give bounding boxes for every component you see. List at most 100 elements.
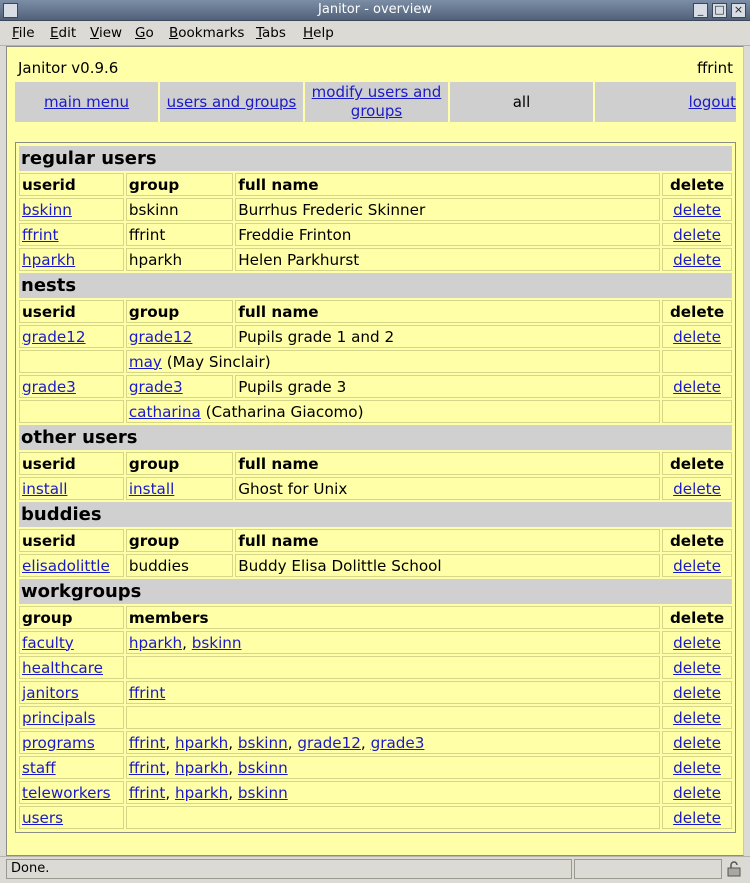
- workgroup-member-link[interactable]: bskinn: [192, 634, 242, 652]
- menu-bookmarks[interactable]: Bookmarks: [169, 25, 244, 41]
- nest-row: grade12 grade12 Pupils grade 1 and 2 delete: [19, 325, 732, 348]
- overview-panel: regular users userid group full name delete b…: [15, 142, 736, 833]
- status-progress: [574, 859, 722, 879]
- regular-user-userid-cell: hparkh: [19, 248, 124, 271]
- regular-user-row: bskinn bskinn Burrhus Frederic Skinner dele…: [19, 198, 732, 221]
- nest-member-row: catharina (Catharina Giacomo): [19, 400, 732, 423]
- workgroup-member-link[interactable]: ffrint: [129, 734, 166, 752]
- buddy-userid-link[interactable]: elisadolittle: [22, 557, 110, 575]
- menu-file[interactable]: File: [12, 25, 35, 41]
- workgroup-delete-cell: delete: [662, 756, 732, 779]
- workgroup-member-link[interactable]: ffrint: [129, 784, 166, 802]
- menu-go[interactable]: Go: [135, 25, 154, 41]
- nav-modify-line2: groups: [350, 102, 403, 120]
- workgroup-delete-link[interactable]: delete: [673, 634, 721, 652]
- nest-group-link[interactable]: grade12: [129, 328, 193, 346]
- nest-member-link[interactable]: catharina: [129, 403, 201, 421]
- workgroup-member-link[interactable]: grade12: [297, 734, 361, 752]
- workgroup-delete-link[interactable]: delete: [673, 659, 721, 677]
- workgroup-delete-link[interactable]: delete: [673, 684, 721, 702]
- nests-section-row: nests: [19, 273, 732, 298]
- workgroup-delete-cell: delete: [662, 631, 732, 654]
- member-separator: ,: [165, 758, 175, 777]
- workgroup-name-link[interactable]: staff: [22, 759, 56, 777]
- nest-member-link[interactable]: may: [129, 353, 162, 371]
- workgroup-name-link[interactable]: janitors: [22, 684, 79, 702]
- workgroup-member-link[interactable]: bskinn: [238, 734, 288, 752]
- workgroup-member-link[interactable]: ffrint: [129, 759, 166, 777]
- minimize-icon[interactable]: _: [693, 3, 708, 18]
- nests-header-userid: userid: [19, 300, 124, 323]
- other-user-delete-cell: delete: [662, 477, 732, 500]
- other-user-userid-link[interactable]: install: [22, 480, 67, 498]
- nav-main-menu-cell: main menu: [15, 82, 158, 122]
- regular-user-delete-link[interactable]: delete: [673, 251, 721, 269]
- other-users-section-row: other users: [19, 425, 732, 450]
- workgroup-member-link[interactable]: grade3: [371, 734, 425, 752]
- menu-view[interactable]: View: [90, 25, 122, 41]
- regular-user-group-text: bskinn: [128, 200, 179, 219]
- workgroup-name-link[interactable]: teleworkers: [22, 784, 111, 802]
- regular-user-delete-link[interactable]: delete: [673, 201, 721, 219]
- workgroup-name-cell: staff: [19, 756, 124, 779]
- buddy-delete-link[interactable]: delete: [673, 557, 721, 575]
- nest-delete-link[interactable]: delete: [673, 328, 721, 346]
- regular-user-delete-link[interactable]: delete: [673, 226, 721, 244]
- workgroup-member-link[interactable]: hparkh: [175, 784, 228, 802]
- window-titlebar[interactable]: Janitor - overview _ □ ×: [0, 0, 750, 21]
- nest-userid-link[interactable]: grade12: [22, 328, 86, 346]
- other-user-group-link[interactable]: install: [129, 480, 174, 498]
- other-user-delete-link[interactable]: delete: [673, 480, 721, 498]
- nav-main-menu-link[interactable]: main menu: [44, 93, 129, 112]
- workgroup-member-link[interactable]: bskinn: [238, 759, 288, 777]
- menu-edit[interactable]: Edit: [50, 25, 76, 41]
- workgroup-name-link[interactable]: programs: [22, 734, 95, 752]
- workgroup-member-link[interactable]: hparkh: [175, 759, 228, 777]
- workgroup-delete-link[interactable]: delete: [673, 809, 721, 827]
- regular-user-userid-link[interactable]: ffrint: [22, 226, 59, 244]
- close-icon[interactable]: ×: [731, 3, 746, 18]
- workgroup-member-link[interactable]: hparkh: [175, 734, 228, 752]
- workgroups-section-row: workgroups: [19, 579, 732, 604]
- workgroup-delete-link[interactable]: delete: [673, 759, 721, 777]
- window-title: Janitor - overview: [318, 2, 432, 17]
- buddy-delete-cell: delete: [662, 554, 732, 577]
- workgroup-delete-link[interactable]: delete: [673, 709, 721, 727]
- buddies-section-title: buddies: [19, 502, 732, 527]
- nest-userid-link[interactable]: grade3: [22, 378, 76, 396]
- workgroup-member-link[interactable]: bskinn: [238, 784, 288, 802]
- member-separator: ,: [228, 733, 238, 752]
- workgroup-name-link[interactable]: healthcare: [22, 659, 103, 677]
- member-separator: ,: [228, 758, 238, 777]
- nest-group-link[interactable]: grade3: [129, 378, 183, 396]
- workgroup-member-link[interactable]: ffrint: [129, 684, 166, 702]
- nav-users-groups-link[interactable]: users and groups: [167, 93, 297, 112]
- nest-member-name: (Catharina Giacomo): [200, 402, 364, 421]
- buddy-row: elisadolittle buddies Buddy Elisa Dolittle…: [19, 554, 732, 577]
- nav-modify-link[interactable]: modify users and groups: [312, 83, 442, 121]
- workgroup-delete-link[interactable]: delete: [673, 734, 721, 752]
- workgroup-delete-cell: delete: [662, 781, 732, 804]
- workgroup-delete-link[interactable]: delete: [673, 784, 721, 802]
- workgroup-members-cell: [125, 706, 661, 729]
- workgroup-name-link[interactable]: users: [22, 809, 63, 827]
- nest-member-delete-spacer: [662, 400, 732, 423]
- menu-help[interactable]: Help: [303, 25, 334, 41]
- regular-user-userid-link[interactable]: bskinn: [22, 201, 72, 219]
- nav-logout-link[interactable]: logout: [689, 93, 736, 112]
- workgroup-name-cell: janitors: [19, 681, 124, 704]
- regular-user-delete-cell: delete: [662, 198, 732, 221]
- workgroup-member-link[interactable]: hparkh: [129, 634, 182, 652]
- workgroup-name-link[interactable]: faculty: [22, 634, 74, 652]
- nest-delete-link[interactable]: delete: [673, 378, 721, 396]
- buddies-header-full-name: full name: [235, 529, 661, 552]
- workgroup-name-link[interactable]: principals: [22, 709, 95, 727]
- security-lock-icon[interactable]: [726, 861, 742, 877]
- maximize-icon[interactable]: □: [712, 3, 727, 18]
- menu-tabs[interactable]: Tabs: [256, 25, 286, 41]
- regular-users-section-row: regular users: [19, 146, 732, 171]
- buddies-header-group: group: [125, 529, 234, 552]
- regular-user-row: hparkh hparkh Helen Parkhurst delete: [19, 248, 732, 271]
- workgroups-header-delete: delete: [662, 606, 732, 629]
- regular-user-userid-link[interactable]: hparkh: [22, 251, 75, 269]
